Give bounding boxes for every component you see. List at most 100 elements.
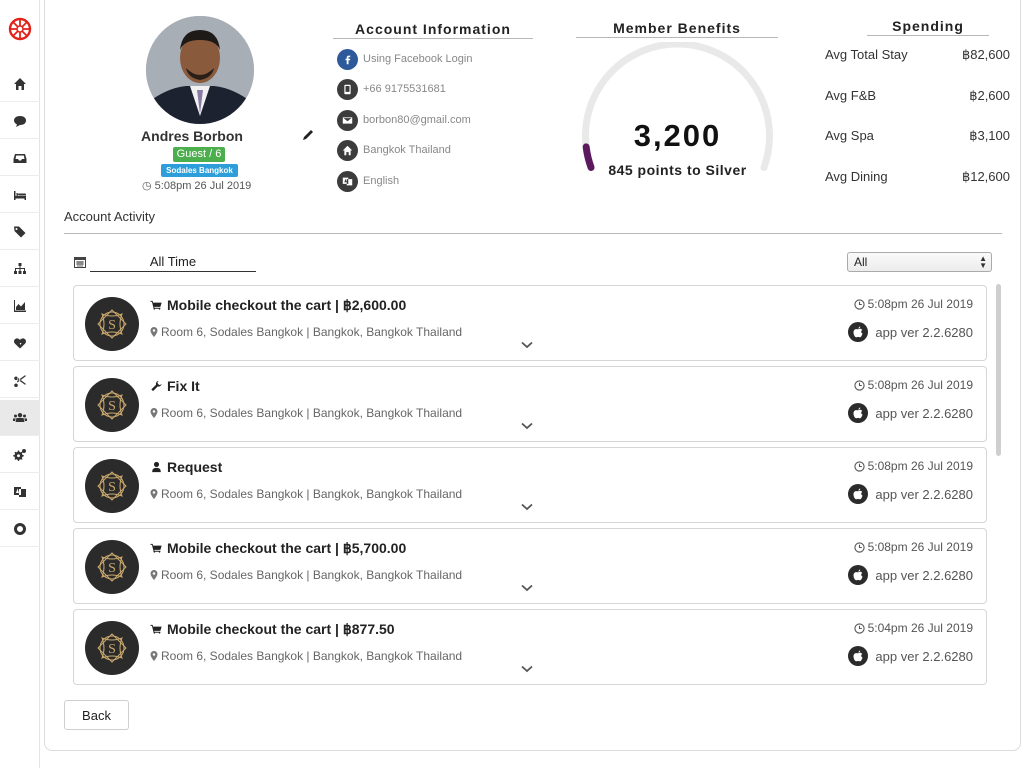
account-info-text: Bangkok Thailand bbox=[363, 144, 451, 156]
activity-item[interactable]: S Mobile checkout the cart | ฿877.50 Room … bbox=[73, 609, 987, 685]
account-info-text: Using Facebook Login bbox=[363, 53, 473, 65]
back-button[interactable]: Back bbox=[64, 700, 129, 730]
activity-item[interactable]: S Mobile checkout the cart | ฿2,600.00 Roo… bbox=[73, 285, 987, 361]
clock-icon: ◷ bbox=[142, 180, 152, 192]
wrench-icon bbox=[151, 380, 162, 392]
scissors-icon bbox=[14, 374, 26, 387]
map-marker-icon bbox=[150, 408, 158, 418]
sidebar-item-health[interactable] bbox=[0, 325, 40, 361]
cart-icon bbox=[150, 543, 162, 553]
phone-icon bbox=[337, 78, 358, 100]
activity-app-version: app ver 2.2.6280 bbox=[848, 565, 973, 585]
sitemap-icon bbox=[14, 262, 26, 274]
activity-item[interactable]: S Fix It Room 6, Sodales Bangkok | Bangkok… bbox=[73, 366, 987, 442]
chevron-down-icon[interactable] bbox=[521, 341, 533, 349]
svg-text:S: S bbox=[108, 642, 116, 657]
spending-label: Avg Spa bbox=[825, 128, 874, 143]
language-icon bbox=[337, 170, 358, 192]
chevron-down-icon[interactable] bbox=[521, 422, 533, 430]
hotel-badge: Sodales Bangkok bbox=[161, 164, 238, 177]
area-chart-icon bbox=[14, 299, 26, 312]
activity-item[interactable]: S Mobile checkout the cart | ฿5,700.00 Roo… bbox=[73, 528, 987, 604]
sidebar-item-rooms[interactable] bbox=[0, 177, 40, 213]
activity-time: 5:04pm 26 Jul 2019 bbox=[853, 621, 973, 635]
envelope-icon bbox=[337, 109, 358, 131]
activity-location: Room 6, Sodales Bangkok | Bangkok, Bangk… bbox=[150, 649, 462, 663]
sodales-logo-icon: S bbox=[85, 540, 139, 594]
activity-title: Fix It bbox=[150, 378, 200, 394]
date-range-filter[interactable]: All Time bbox=[90, 254, 256, 272]
map-marker-icon bbox=[150, 489, 158, 499]
activity-scrollbar[interactable] bbox=[996, 284, 1001, 456]
calendar-icon bbox=[74, 257, 86, 268]
life-ring-icon bbox=[14, 522, 26, 535]
sidebar-item-hierarchy[interactable] bbox=[0, 251, 40, 287]
points-to-next-tier: 845 points to Silver bbox=[608, 162, 747, 178]
guest-badge: Guest / 6 bbox=[173, 147, 225, 162]
profile-name: Andres Borbon bbox=[141, 128, 243, 144]
account-info-row: borbon80@gmail.com bbox=[337, 109, 471, 131]
activity-time: 5:08pm 26 Jul 2019 bbox=[853, 297, 973, 311]
home-icon bbox=[337, 139, 358, 161]
activity-title: Request bbox=[150, 459, 222, 475]
cart-icon bbox=[150, 300, 162, 310]
gears-icon bbox=[13, 448, 26, 461]
spending-value: ฿82,600 bbox=[961, 47, 1010, 62]
avatar bbox=[146, 16, 254, 124]
sodales-logo-icon: S bbox=[85, 459, 139, 513]
divider bbox=[64, 233, 1002, 234]
spending-value: ฿12,600 bbox=[961, 169, 1010, 184]
language-icon bbox=[14, 486, 26, 497]
activity-location: Room 6, Sodales Bangkok | Bangkok, Bangk… bbox=[150, 568, 462, 582]
chat-icon bbox=[14, 115, 26, 127]
activity-time: 5:08pm 26 Jul 2019 bbox=[853, 459, 973, 473]
sodales-logo-icon: S bbox=[85, 297, 139, 351]
account-info-text: borbon80@gmail.com bbox=[363, 114, 471, 126]
pencil-icon[interactable] bbox=[301, 128, 315, 142]
activity-title: Mobile checkout the cart | ฿5,700.00 bbox=[150, 540, 406, 557]
clock-icon bbox=[853, 460, 865, 472]
sidebar-item-guests[interactable] bbox=[0, 400, 40, 436]
sidebar bbox=[0, 0, 40, 768]
clock-icon bbox=[853, 379, 865, 391]
sidebar-item-tools[interactable] bbox=[0, 362, 40, 398]
sidebar-item-support[interactable] bbox=[0, 511, 40, 547]
sidebar-item-tags[interactable] bbox=[0, 214, 40, 250]
account-info-text: +66 9175531681 bbox=[363, 83, 446, 95]
activity-app-version: app ver 2.2.6280 bbox=[848, 646, 973, 666]
account-info-row: +66 9175531681 bbox=[337, 78, 446, 100]
member-benefits-title: Member Benefits bbox=[576, 20, 778, 38]
sidebar-item-home[interactable] bbox=[0, 66, 40, 102]
sidebar-item-inbox[interactable] bbox=[0, 140, 40, 176]
sidebar-item-messages[interactable] bbox=[0, 103, 40, 139]
guest-profile-card: Andres Borbon Guest / 6 Sodales Bangkok … bbox=[44, 0, 1021, 751]
activity-item[interactable]: S Request Room 6, Sodales Bangkok | Bangko… bbox=[73, 447, 987, 523]
account-info-row: Bangkok Thailand bbox=[337, 139, 451, 161]
sidebar-item-language[interactable] bbox=[0, 474, 40, 510]
svg-text:S: S bbox=[108, 561, 116, 576]
map-marker-icon bbox=[150, 570, 158, 580]
chevron-down-icon[interactable] bbox=[521, 584, 533, 592]
activity-type-select[interactable]: All ▲ ▼ bbox=[847, 252, 992, 272]
sidebar-item-analytics[interactable] bbox=[0, 288, 40, 324]
account-activity-title: Account Activity bbox=[64, 209, 156, 224]
clock-icon bbox=[853, 622, 865, 634]
account-info-text: English bbox=[363, 175, 400, 187]
sidebar-item-settings[interactable] bbox=[0, 437, 40, 473]
spending-value: ฿2,600 bbox=[969, 88, 1010, 103]
activity-app-version: app ver 2.2.6280 bbox=[848, 403, 973, 423]
account-info-row: Using Facebook Login bbox=[337, 48, 472, 70]
bed-icon bbox=[14, 190, 26, 200]
activity-app-version: app ver 2.2.6280 bbox=[848, 484, 973, 504]
spending-value: ฿3,100 bbox=[969, 128, 1010, 143]
chevron-down-icon[interactable] bbox=[521, 665, 533, 673]
users-icon bbox=[13, 412, 27, 422]
cart-icon bbox=[150, 624, 162, 634]
spending-label: Avg F&B bbox=[825, 88, 877, 103]
apple-icon bbox=[848, 322, 869, 342]
chevron-down-icon[interactable] bbox=[521, 503, 533, 511]
clock-icon bbox=[853, 541, 865, 553]
map-marker-icon bbox=[150, 327, 158, 337]
wheel-logo-icon[interactable] bbox=[8, 17, 32, 41]
facebook-icon bbox=[337, 48, 358, 70]
